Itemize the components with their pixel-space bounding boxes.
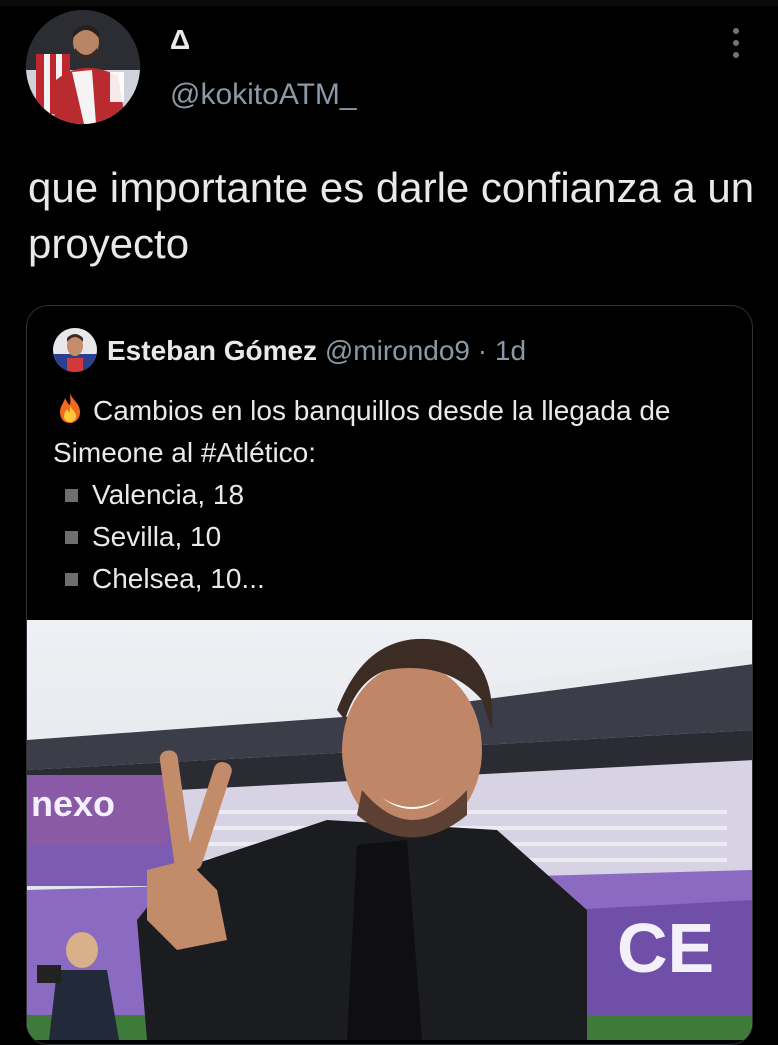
square-bullet-icon [65,488,78,502]
quoted-photo[interactable]: nexo CE [27,620,752,1040]
top-divider [0,0,778,6]
photo-stand-text: CE [617,909,714,987]
changes-list: Valencia, 18 Sevilla, 10 Chelsea, 10... [53,474,743,600]
dot-icon [733,52,739,58]
photo-sign-text: nexo [31,783,115,824]
quoted-author-handle[interactable]: @mirondo9 [325,335,470,366]
header-separator: · [477,335,488,366]
dot-icon [733,28,739,34]
list-item: Valencia, 18 [53,474,743,516]
tweet-text: que importante es darle confianza a un p… [28,164,755,267]
list-item-text: Sevilla, 10 [92,521,222,552]
list-item: Chelsea, 10... [53,558,743,600]
fire-icon [53,391,87,425]
author-display-name[interactable]: Δ [170,24,190,56]
quoted-intro-text: Cambios en los banquillos desde la llega… [53,395,671,468]
more-options-icon[interactable] [724,26,748,60]
quoted-header: Esteban Gómez @mirondo9 · 1d [107,334,526,368]
author-handle[interactable]: @kokitoATM_ [170,78,357,112]
list-item-text: Valencia, 18 [92,479,245,510]
quoted-tweet-body: Cambios en los banquillos desde la llega… [53,390,743,600]
dot-icon [733,40,739,46]
list-item: Sevilla, 10 [53,516,743,558]
quoted-author-avatar[interactable] [53,328,97,372]
author-avatar[interactable] [26,10,140,124]
square-bullet-icon [65,572,78,586]
quoted-author-name[interactable]: Esteban Gómez [107,335,317,366]
quoted-intro-line: Cambios en los banquillos desde la llega… [53,390,743,474]
square-bullet-icon [65,530,78,544]
quoted-tweet-card[interactable]: Esteban Gómez @mirondo9 · 1d Cambios en … [26,305,753,1045]
list-item-text: Chelsea, 10... [92,563,265,594]
quoted-timestamp[interactable]: 1d [495,335,526,366]
